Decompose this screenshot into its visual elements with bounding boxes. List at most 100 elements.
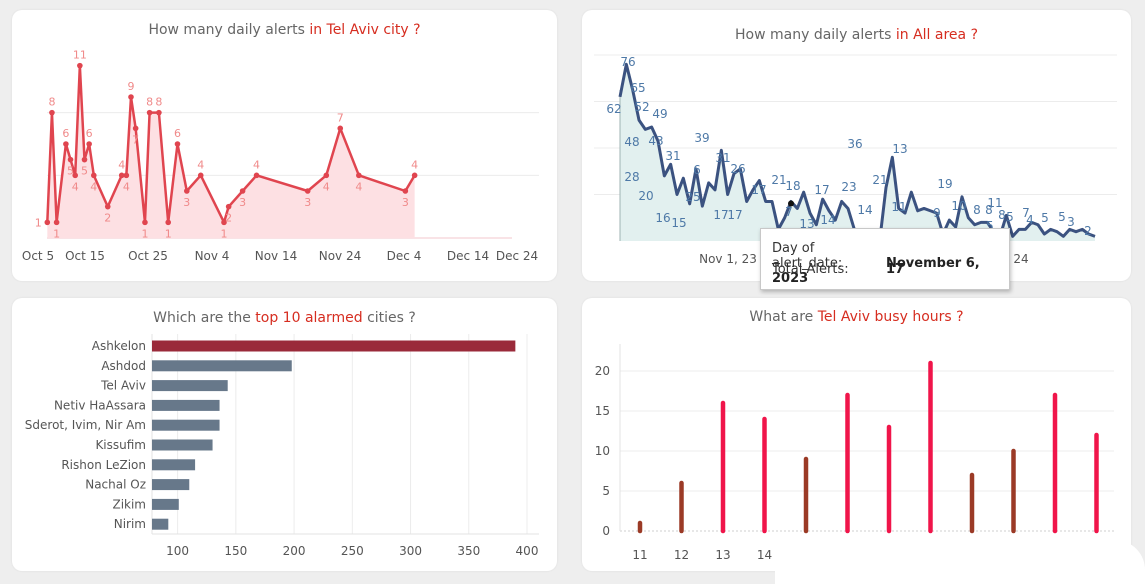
data-label: 21 [771, 173, 786, 187]
data-label: 6 [174, 127, 181, 140]
x-tick-label: Nov 4 [195, 249, 230, 263]
x-tick-label: Nov 24 [319, 249, 362, 263]
data-point [81, 156, 88, 163]
bar [152, 399, 220, 411]
data-label: 31 [665, 149, 680, 163]
data-label: 28 [624, 170, 639, 184]
data-label: 14 [820, 213, 835, 227]
x-tick-label: Dec 4 [387, 249, 422, 263]
data-point [86, 141, 92, 147]
data-point [323, 172, 330, 179]
data-label: 48 [624, 135, 639, 149]
x-tick-label: Oct 5 [22, 249, 54, 263]
data-label: 8 [146, 96, 153, 109]
data-point [77, 62, 83, 69]
data-label: 4 [123, 180, 130, 193]
data-label: 7 [785, 205, 793, 219]
data-label: 1 [35, 216, 42, 229]
y-tick-label: 5 [602, 484, 610, 498]
data-label: 52 [634, 100, 649, 114]
category-label: Nachal Oz [85, 478, 146, 492]
data-label: 3 [239, 196, 246, 209]
data-point [63, 141, 69, 147]
top-cities-chart[interactable]: 100 150 200 250 300 350 400 Ashkelon Ashdod Tel A… [12, 298, 557, 571]
busy-hours-chart[interactable]: 05101520111213141516171819202122 [582, 298, 1131, 571]
data-label: 19 [937, 177, 952, 191]
data-label: 1 [141, 227, 148, 240]
data-label: 20 [638, 189, 653, 203]
data-label: 7 [132, 133, 139, 146]
data-label: 25 [685, 190, 700, 204]
data-label: 76 [620, 55, 635, 69]
x-tick-label: Oct 25 [128, 249, 168, 263]
data-point [128, 94, 134, 100]
x-tick-label: 14 [757, 548, 772, 562]
data-point [146, 109, 153, 116]
data-point [142, 219, 148, 226]
category-label: Ashkelon [92, 339, 146, 353]
data-label: 6 [86, 127, 93, 140]
category-label: Nirim [114, 517, 146, 531]
data-label: 2 [1084, 224, 1092, 238]
data-point [72, 172, 78, 179]
data-point [197, 172, 204, 179]
data-label: 13 [892, 142, 907, 156]
data-point [184, 188, 190, 194]
bar [152, 459, 196, 471]
data-label: 39 [694, 131, 709, 145]
tooltip-alerts-value: 17 [886, 262, 905, 277]
data-point [49, 109, 55, 116]
x-tick-label: 200 [283, 544, 306, 558]
data-label: 8 [155, 96, 162, 109]
data-point [53, 219, 60, 226]
y-tick-label: 10 [595, 444, 610, 458]
data-point [304, 188, 311, 194]
data-point [402, 188, 409, 194]
data-label: 17 [814, 183, 829, 197]
data-label: 4 [72, 180, 79, 193]
x-tick-label: 150 [224, 544, 247, 558]
x-tick-label: 400 [516, 544, 539, 558]
data-label: 8 [973, 203, 981, 217]
bar [152, 419, 220, 431]
data-label: 2 [225, 212, 232, 225]
x-tick-label: Dec 24 [496, 249, 538, 263]
data-label: 4 [118, 158, 125, 171]
data-label: 4 [411, 158, 418, 171]
category-label: Kissufim [95, 438, 146, 452]
data-point [411, 172, 418, 179]
data-label: 11 [73, 49, 87, 62]
tel-aviv-daily-chart[interactable]: 181654115642449718 816341234347434Oct 5 Oc… [12, 10, 557, 281]
data-label: 4 [355, 180, 362, 193]
category-label: Sderot, Ivim, Nir Am [25, 418, 146, 432]
x-tick-label: 250 [341, 544, 364, 558]
data-label: 1 [165, 227, 172, 240]
x-tick-label: Dec 14 [447, 249, 489, 263]
data-label: 1 [221, 227, 228, 240]
data-label: 17 [751, 183, 766, 197]
tooltip-alerts-label: Total Alerts: [772, 262, 849, 277]
data-label: 16 [655, 211, 670, 225]
data-label: 8 [48, 96, 55, 109]
data-label: 21 [872, 173, 887, 187]
data-label: 3 [304, 196, 311, 209]
data-label: 3 [183, 196, 190, 209]
bar [152, 518, 169, 530]
data-label: 3 [1067, 215, 1075, 229]
x-tick-label: 13 [715, 548, 730, 562]
data-point [156, 109, 162, 116]
data-label: 10 [951, 199, 966, 213]
all-area-daily-panel: How many daily alerts in All area ? 76 62… [582, 10, 1131, 290]
data-label: 1 [53, 227, 60, 240]
x-tick-label: 350 [457, 544, 480, 558]
bar [152, 498, 179, 510]
data-label: 31 [715, 151, 730, 165]
data-point [165, 219, 171, 226]
data-label: 4 [90, 180, 97, 193]
data-point [132, 125, 139, 132]
category-label: Zikim [112, 497, 146, 511]
data-label: 4 [323, 180, 330, 193]
data-point [123, 172, 130, 179]
data-label: 14 [857, 203, 872, 217]
data-point [91, 172, 97, 179]
